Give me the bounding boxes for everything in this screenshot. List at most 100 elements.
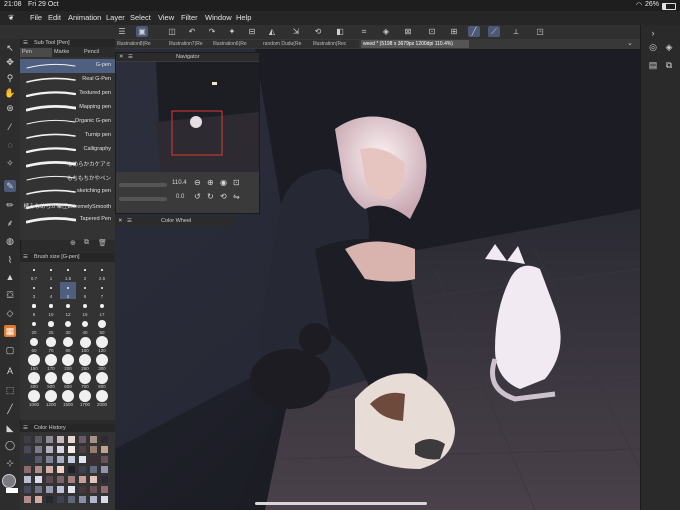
actual-size-icon[interactable]: ⊡ — [233, 178, 240, 187]
color-swatch[interactable] — [68, 436, 75, 443]
color-swatch[interactable] — [101, 436, 108, 443]
color-swatch[interactable] — [24, 436, 31, 443]
airbrush-icon[interactable]: ◍ — [4, 235, 16, 247]
color-swatch[interactable] — [35, 446, 42, 453]
rotate-icon[interactable]: ⟲ — [312, 26, 324, 37]
special-ruler-icon[interactable]: ⟂ — [510, 26, 522, 37]
color-swatch[interactable] — [79, 486, 86, 493]
pencil-icon[interactable]: ✏ — [4, 199, 16, 211]
tab-weed-active[interactable]: weed * (5198 x 3679px 1200dpi 110.4%) — [361, 40, 469, 48]
eraser-icon[interactable]: ◇ — [4, 307, 16, 319]
collapse-icon[interactable]: › — [647, 27, 659, 39]
rotate-right-icon[interactable]: ↻ — [207, 192, 214, 201]
reset-rotation-icon[interactable]: ⟲ — [220, 192, 227, 201]
close-icon[interactable]: ✕ — [118, 216, 123, 226]
color-swatch[interactable] — [24, 486, 31, 493]
color-swatch[interactable] — [79, 456, 86, 463]
brush-size-option[interactable]: 300 — [94, 354, 110, 371]
tab-marker[interactable]: Marke — [52, 48, 82, 57]
brush-size-option[interactable]: 200 — [60, 354, 76, 371]
main-color-swatch[interactable] — [2, 474, 16, 488]
brush-item[interactable]: G-pen — [20, 59, 115, 73]
ruler-snap-icon[interactable]: ╱ — [468, 26, 480, 37]
color-swatch[interactable] — [79, 436, 86, 443]
color-swatch[interactable] — [90, 446, 97, 453]
color-swatch[interactable] — [68, 496, 75, 503]
blend-icon[interactable]: ⌇ — [4, 254, 16, 266]
panel-menu-icon[interactable]: ☰ — [128, 53, 133, 61]
brush-item[interactable]: Calligraphy — [20, 143, 115, 157]
brush-size-option[interactable]: 100 — [77, 336, 93, 353]
brush-size-option[interactable]: 2 — [77, 264, 93, 281]
color-swatch[interactable] — [90, 476, 97, 483]
color-swatch[interactable] — [35, 476, 42, 483]
color-swatch[interactable] — [90, 436, 97, 443]
fit-icon[interactable]: ◉ — [220, 178, 227, 187]
color-swatch[interactable] — [90, 466, 97, 473]
tool-eyedrop2-icon[interactable]: ⊹ — [4, 457, 16, 469]
menu-view[interactable]: View — [158, 13, 174, 22]
brush-item[interactable]: Real G-Pen — [20, 73, 115, 87]
brush-size-option[interactable]: 1000 — [26, 390, 42, 407]
rotation-slider[interactable] — [119, 197, 167, 201]
zoom-out-icon[interactable]: ⊖ — [194, 178, 201, 187]
brush-item[interactable]: Tapered Pen — [20, 213, 115, 227]
color-swatch[interactable] — [35, 486, 42, 493]
color-swatch[interactable] — [101, 496, 108, 503]
color-swatch[interactable] — [57, 436, 64, 443]
panel-menu-icon[interactable]: ☰ — [23, 253, 28, 262]
color-swatch[interactable] — [35, 456, 42, 463]
menu-help[interactable]: Help — [236, 13, 251, 22]
tab-pencil[interactable]: Pencil — [82, 48, 117, 57]
perspective-snap-icon[interactable]: ⟋ — [488, 26, 500, 37]
brush-size-option[interactable]: 120 — [94, 336, 110, 353]
color-swatch[interactable] — [68, 476, 75, 483]
deselect-icon[interactable]: ⊠ — [402, 26, 414, 37]
brush-icon[interactable]: ⸙ — [4, 217, 16, 229]
brush-size-option[interactable]: 50 — [94, 318, 110, 335]
new-canvas-icon[interactable]: ▣ — [136, 26, 148, 37]
fill-icon[interactable]: ◧ — [334, 26, 346, 37]
brush-size-option[interactable]: 6 — [77, 282, 93, 299]
color-swatch[interactable] — [24, 456, 31, 463]
crop-icon[interactable]: ⌗ — [358, 26, 370, 37]
material-panel-icon[interactable]: ▤ — [647, 59, 659, 71]
brush-size-option[interactable]: 60 — [26, 336, 42, 353]
brush-size-option[interactable]: 1700 — [77, 390, 93, 407]
brush-item[interactable]: もちもちかやペン — [20, 171, 115, 185]
color-swatch[interactable] — [90, 486, 97, 493]
tab-illustration6[interactable]: Illustration6(Re — [211, 40, 261, 48]
menu-filter[interactable]: Filter — [181, 13, 198, 22]
brush-size-option[interactable]: 20 — [26, 318, 42, 335]
cursor-icon[interactable]: ↖ — [4, 42, 16, 54]
zoom-slider[interactable] — [119, 183, 167, 187]
color-swatch[interactable] — [101, 486, 108, 493]
color-swatch[interactable] — [24, 476, 31, 483]
color-swatch[interactable] — [24, 446, 31, 453]
flip-icon[interactable]: ◭ — [266, 26, 278, 37]
duplicate-subtool-icon[interactable]: ⧉ — [84, 239, 89, 247]
color-swatch[interactable] — [57, 456, 64, 463]
color-swatch[interactable] — [35, 436, 42, 443]
close-icon[interactable]: ✕ — [119, 53, 124, 61]
brush-item[interactable]: Organic G-pen — [20, 115, 115, 129]
layer-stack-icon[interactable]: ⧉ — [663, 59, 675, 71]
menu-edit[interactable]: Edit — [48, 13, 61, 22]
sub-color-swatch[interactable] — [6, 488, 18, 493]
text-icon[interactable]: A — [4, 365, 16, 377]
fill-bucket-icon[interactable]: ⛋ — [4, 289, 16, 301]
color-swatch[interactable] — [68, 456, 75, 463]
color-swatch[interactable] — [46, 466, 53, 473]
layer-icon[interactable]: ◫ — [166, 26, 178, 37]
bucket-icon[interactable]: ◈ — [380, 26, 392, 37]
menu-select[interactable]: Select — [130, 13, 151, 22]
brush-size-option[interactable]: 1200 — [43, 390, 59, 407]
color-swatch[interactable] — [68, 446, 75, 453]
brush-item[interactable]: 極みなめらか筆圧ExtremelySmooth — [20, 199, 115, 213]
brush-size-option[interactable]: 150 — [26, 354, 42, 371]
color-swatch[interactable] — [79, 496, 86, 503]
brush-item[interactable]: Mapping pen — [20, 101, 115, 115]
brush-size-option[interactable]: 1 — [43, 264, 59, 281]
gradient-icon[interactable]: ▦ — [4, 325, 16, 337]
tab-illustration[interactable]: Illustration(Rec — [311, 40, 359, 48]
